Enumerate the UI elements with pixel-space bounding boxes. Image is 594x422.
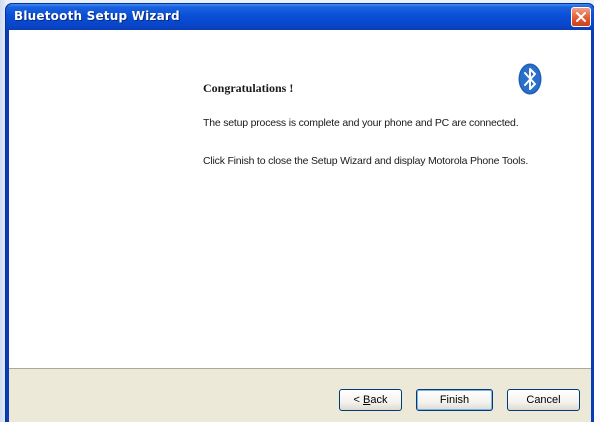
close-icon [576, 12, 586, 22]
wizard-content-area: Congratulations ! The setup process is c… [9, 30, 591, 422]
cancel-button[interactable]: Cancel [507, 389, 580, 411]
finish-instruction: Click Finish to close the Setup Wizard a… [203, 155, 529, 167]
wizard-window: Bluetooth Setup Wizard Congratulations !… [6, 4, 594, 422]
title-bar[interactable]: Bluetooth Setup Wizard [6, 4, 594, 30]
bluetooth-icon [518, 63, 542, 95]
window-title: Bluetooth Setup Wizard [14, 9, 180, 23]
congratulations-heading: Congratulations ! [203, 81, 294, 95]
back-button-prefix: < [353, 394, 363, 406]
completion-message: The setup process is complete and your p… [203, 117, 519, 129]
close-button[interactable] [571, 7, 591, 27]
back-button-label: ack [370, 394, 388, 406]
finish-button[interactable]: Finish [416, 389, 493, 411]
back-button[interactable]: < Back [339, 389, 402, 411]
button-bar: < Back Finish Cancel [9, 368, 591, 422]
